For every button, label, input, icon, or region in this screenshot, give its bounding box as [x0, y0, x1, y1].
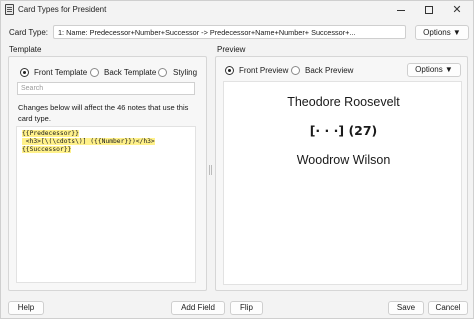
- preview-successor: Woodrow Wilson: [296, 153, 391, 167]
- preview-options-button[interactable]: Options ▼: [407, 63, 461, 77]
- code-line: {{Successor}}: [22, 146, 72, 153]
- template-search-input[interactable]: Search: [17, 82, 195, 95]
- preview-group-label: Preview: [217, 45, 246, 54]
- flip-button[interactable]: Flip: [230, 301, 263, 315]
- front-preview-label[interactable]: Front Preview: [239, 66, 288, 75]
- back-template-label[interactable]: Back Template: [104, 68, 156, 77]
- card-type-select[interactable]: 1: Name: Predecessor+Number+Successor ->…: [53, 25, 406, 39]
- template-code: {{Predecessor}} <h3>[\(\cdots\)] ({{Numb…: [22, 130, 155, 154]
- close-icon: ✕: [452, 4, 462, 16]
- minimize-icon: [397, 10, 405, 11]
- preview-predecessor: Theodore Roosevelt: [287, 95, 400, 109]
- back-preview-radio[interactable]: [291, 66, 300, 75]
- add-field-button[interactable]: Add Field: [171, 301, 225, 315]
- card-preview: Theodore Roosevelt [· · ·] (27) Woodrow …: [223, 81, 462, 285]
- code-line: {{Predecessor}}: [22, 130, 79, 137]
- front-template-radio[interactable]: [20, 68, 29, 77]
- card-types-window: Card Types for President ✕ Card Type: 1:…: [0, 0, 474, 319]
- back-preview-label[interactable]: Back Preview: [305, 66, 353, 75]
- help-button[interactable]: Help: [8, 301, 44, 315]
- title-bar: Card Types for President ✕: [1, 1, 473, 19]
- code-line: <h3>[\(\cdots\)] ({{Number}})</h3>: [22, 138, 155, 145]
- front-template-label[interactable]: Front Template: [34, 68, 87, 77]
- app-icon: [5, 4, 14, 15]
- back-template-radio[interactable]: [90, 68, 99, 77]
- template-group-label: Template: [9, 45, 42, 54]
- close-button[interactable]: ✕: [443, 1, 471, 19]
- preview-cloze-number: [· · ·] (27): [309, 123, 378, 138]
- window-title: Card Types for President: [18, 5, 107, 14]
- save-button[interactable]: Save: [388, 301, 424, 315]
- template-notice: Changes below will affect the 46 notes t…: [18, 103, 189, 123]
- maximize-button[interactable]: [415, 1, 443, 19]
- maximize-icon: [425, 6, 433, 14]
- card-type-options-button[interactable]: Options ▼: [415, 25, 469, 40]
- cancel-button[interactable]: Cancel: [428, 301, 468, 315]
- minimize-button[interactable]: [387, 1, 415, 19]
- front-preview-radio[interactable]: [225, 66, 234, 75]
- card-type-value: 1: Name: Predecessor+Number+Successor ->…: [58, 28, 356, 37]
- styling-radio[interactable]: [158, 68, 167, 77]
- splitter-handle[interactable]: [209, 165, 212, 175]
- card-type-label: Card Type:: [9, 28, 48, 37]
- styling-label[interactable]: Styling: [173, 68, 197, 77]
- template-editor[interactable]: {{Predecessor}} <h3>[\(\cdots\)] ({{Numb…: [16, 126, 196, 283]
